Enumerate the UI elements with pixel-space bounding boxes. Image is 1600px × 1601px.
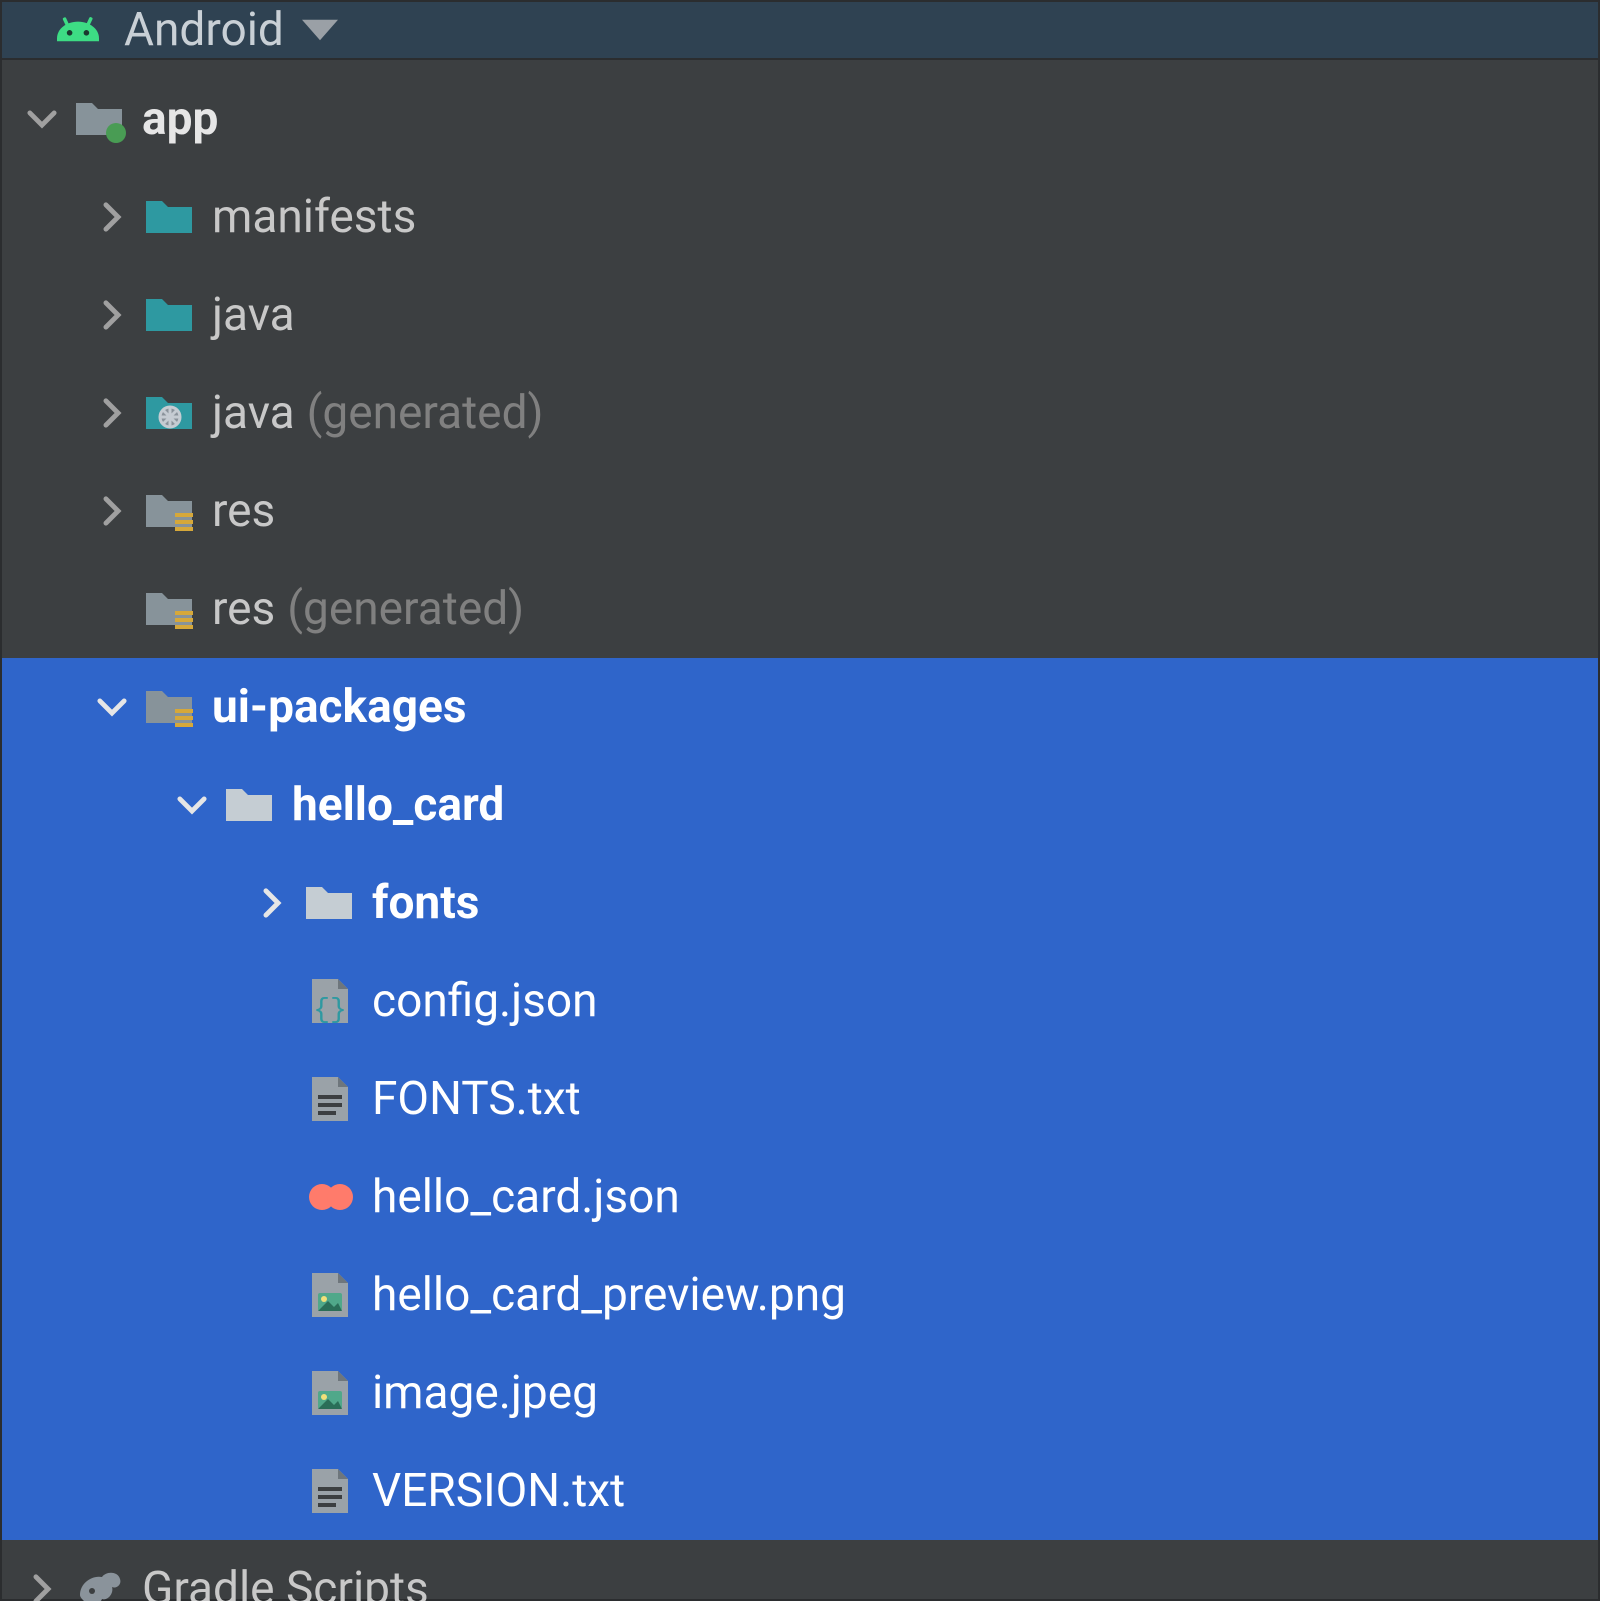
expand-toggle-icon[interactable] — [12, 1572, 72, 1601]
tree-node-java[interactable]: java — [2, 266, 1598, 364]
resource-folder-icon — [142, 483, 198, 539]
tree-label: fonts — [372, 876, 479, 930]
tree-label: java — [212, 386, 295, 440]
module-folder-icon — [72, 91, 128, 147]
tree-node-java-generated[interactable]: java (generated) — [2, 364, 1598, 462]
tree-node-ui-packages[interactable]: ui-packages — [2, 658, 1598, 756]
tree-label-suffix: (generated) — [287, 582, 524, 636]
android-icon — [50, 2, 106, 58]
resource-folder-icon — [142, 581, 198, 637]
folder-icon — [222, 777, 278, 833]
tree-label: java — [212, 288, 295, 342]
expand-toggle-icon[interactable] — [162, 788, 222, 822]
tree-node-fonts[interactable]: fonts — [2, 854, 1598, 952]
project-view-label: Android — [124, 3, 284, 57]
tree-node-hello-card[interactable]: hello_card — [2, 756, 1598, 854]
tree-label: manifests — [212, 190, 416, 244]
tree-node-res[interactable]: res — [2, 462, 1598, 560]
tree-label-suffix: (generated) — [307, 386, 544, 440]
text-file-icon — [302, 1463, 358, 1519]
expand-toggle-icon[interactable] — [82, 298, 142, 332]
tree-label: FONTS.txt — [372, 1072, 581, 1126]
tree-node-res-generated[interactable]: res (generated) — [2, 560, 1598, 658]
text-file-icon — [302, 1071, 358, 1127]
tree-label: hello_card — [292, 778, 504, 832]
folder-icon — [142, 287, 198, 343]
expand-toggle-icon[interactable] — [82, 690, 142, 724]
json-file-icon — [302, 973, 358, 1029]
expand-toggle-icon[interactable] — [82, 200, 142, 234]
tree-label: res — [212, 484, 275, 538]
folder-icon — [142, 189, 198, 245]
tree-node-fonts-txt[interactable]: FONTS.txt — [2, 1050, 1598, 1148]
expand-toggle-icon[interactable] — [12, 102, 72, 136]
expand-toggle-icon[interactable] — [242, 886, 302, 920]
image-file-icon — [302, 1267, 358, 1323]
tree-label: config.json — [372, 974, 598, 1028]
tree-label: hello_card.json — [372, 1170, 680, 1224]
expand-toggle-icon[interactable] — [82, 494, 142, 528]
tree-label: res — [212, 582, 275, 636]
project-view-header[interactable]: Android — [2, 2, 1598, 60]
tree-node-gradle-scripts[interactable]: Gradle Scripts — [2, 1540, 1598, 1601]
view-dropdown-icon[interactable] — [302, 2, 338, 58]
gradle-icon — [72, 1561, 128, 1601]
tree-label: app — [142, 92, 218, 146]
resource-folder-icon — [142, 679, 198, 735]
generated-folder-icon — [142, 385, 198, 441]
tree-node-hello-card-json[interactable]: hello_card.json — [2, 1148, 1598, 1246]
project-tree: app manifests java java (generated) — [2, 60, 1598, 1601]
tree-node-config-json[interactable]: config.json — [2, 952, 1598, 1050]
tree-node-image-jpeg[interactable]: image.jpeg — [2, 1344, 1598, 1442]
tree-node-manifests[interactable]: manifests — [2, 168, 1598, 266]
tree-label: VERSION.txt — [372, 1464, 625, 1518]
tree-node-version-txt[interactable]: VERSION.txt — [2, 1442, 1598, 1540]
relay-file-icon — [302, 1169, 358, 1225]
tree-label: image.jpeg — [372, 1366, 598, 1420]
folder-icon — [302, 875, 358, 931]
tree-node-app[interactable]: app — [2, 70, 1598, 168]
tree-node-hello-card-preview[interactable]: hello_card_preview.png — [2, 1246, 1598, 1344]
tree-label: hello_card_preview.png — [372, 1268, 846, 1322]
project-tool-window: Android app manifests java — [0, 0, 1600, 1601]
tree-label: Gradle Scripts — [142, 1562, 429, 1601]
tree-label: ui-packages — [212, 680, 466, 734]
image-file-icon — [302, 1365, 358, 1421]
expand-toggle-icon[interactable] — [82, 396, 142, 430]
